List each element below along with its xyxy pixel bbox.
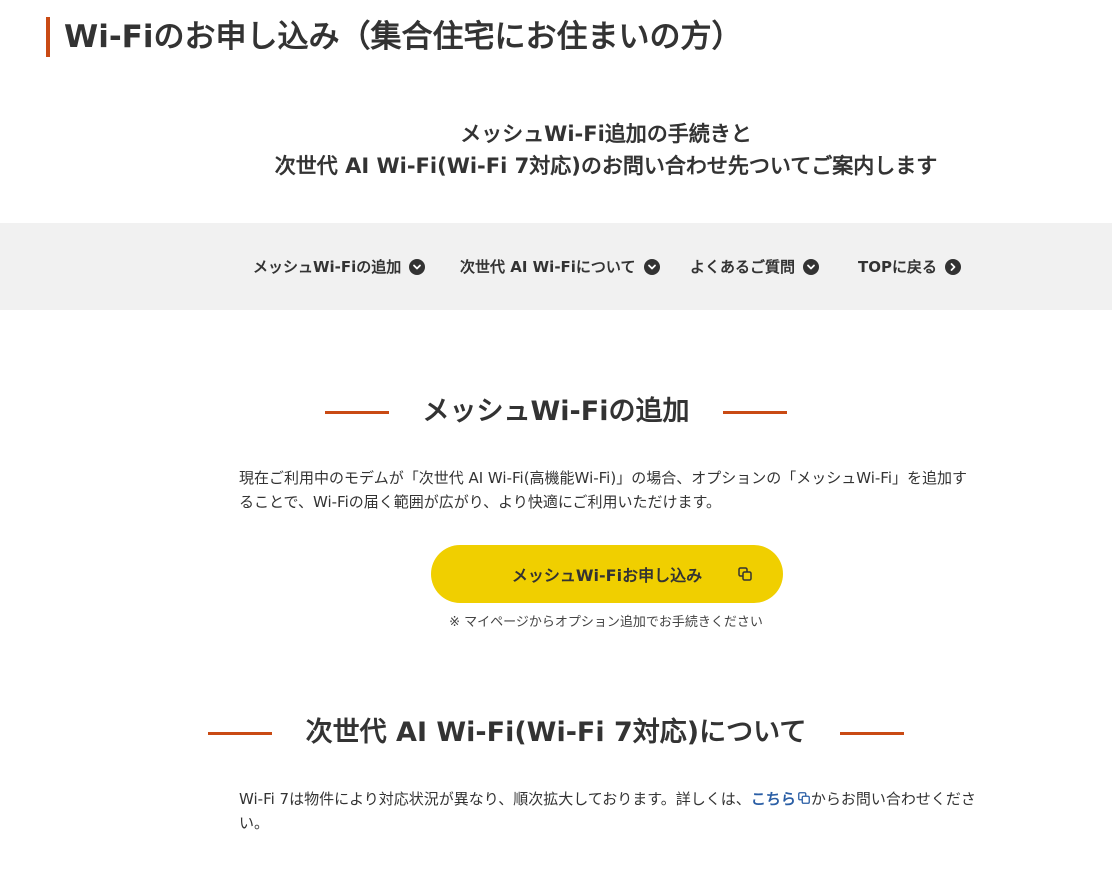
external-window-icon <box>737 566 753 586</box>
page: Wi-Fiのお申し込み（集合住宅にお住まいの方） メッシュWi-Fi追加の手続き… <box>0 0 1112 876</box>
chevron-down-circle-icon <box>803 258 820 275</box>
chevron-right-circle-icon <box>944 258 961 275</box>
nav-ai-wifi[interactable]: 次世代 AI Wi-Fiについて <box>460 223 660 310</box>
ai-section-heading: 次世代 AI Wi-Fi(Wi-Fi 7対応)について <box>0 713 1112 753</box>
contact-link-label: こちら <box>750 790 796 808</box>
mesh-description: 現在ご利用中のモデムが「次世代 AI Wi-Fi(高機能Wi-Fi)」の場合、オ… <box>239 469 967 511</box>
external-window-icon <box>797 792 810 804</box>
mesh-heading-text: メッシュWi-Fiの追加 <box>422 396 690 427</box>
mesh-apply-button[interactable]: メッシュWi-Fiお申し込み <box>431 545 783 603</box>
nav-label: TOPに戻る <box>858 258 937 276</box>
ai-body-before: Wi-Fi 7は物件により対応状況が異なり、順次拡大しております。詳しくは、 <box>239 790 751 808</box>
contact-link[interactable]: こちら <box>751 790 811 808</box>
ai-description: Wi-Fi 7は物件により対応状況が異なり、順次拡大しております。詳しくは、こち… <box>239 787 981 835</box>
mesh-note: ※ マイページからオプション追加でお手続きください <box>449 615 763 630</box>
mesh-section-heading: メッシュWi-Fiの追加 <box>0 392 1112 432</box>
nav-label: メッシュWi-Fiの追加 <box>253 258 402 276</box>
heading-accent-line <box>723 410 788 414</box>
intro-line-2: 次世代 AI Wi-Fi(Wi-Fi 7対応)のお問い合わせ先ついてご案内します <box>274 154 938 178</box>
mesh-apply-label: メッシュWi-Fiお申し込み <box>511 566 703 585</box>
intro-text: メッシュWi-Fi追加の手続きと 次世代 AI Wi-Fi(Wi-Fi 7対応)… <box>0 118 1112 182</box>
nav-label: よくあるご質問 <box>690 258 796 276</box>
nav-back-to-top[interactable]: TOPに戻る <box>858 223 961 310</box>
nav-faq[interactable]: よくあるご質問 <box>690 223 820 310</box>
chevron-down-circle-icon <box>643 258 660 275</box>
heading-accent-line <box>207 731 272 735</box>
heading-accent-line <box>840 731 905 735</box>
intro-line-1: メッシュWi-Fi追加の手続きと <box>460 122 752 146</box>
page-title: Wi-Fiのお申し込み（集合住宅にお住まいの方） <box>46 17 743 57</box>
nav-label: 次世代 AI Wi-Fiについて <box>460 258 636 276</box>
chevron-down-circle-icon <box>409 258 426 275</box>
ai-heading-text: 次世代 AI Wi-Fi(Wi-Fi 7対応)について <box>305 717 807 748</box>
nav-mesh-wifi[interactable]: メッシュWi-Fiの追加 <box>253 223 426 310</box>
heading-accent-line <box>324 410 389 414</box>
anchor-nav: メッシュWi-Fiの追加 次世代 AI Wi-Fiについて よくあるご質問 TO… <box>0 223 1112 310</box>
